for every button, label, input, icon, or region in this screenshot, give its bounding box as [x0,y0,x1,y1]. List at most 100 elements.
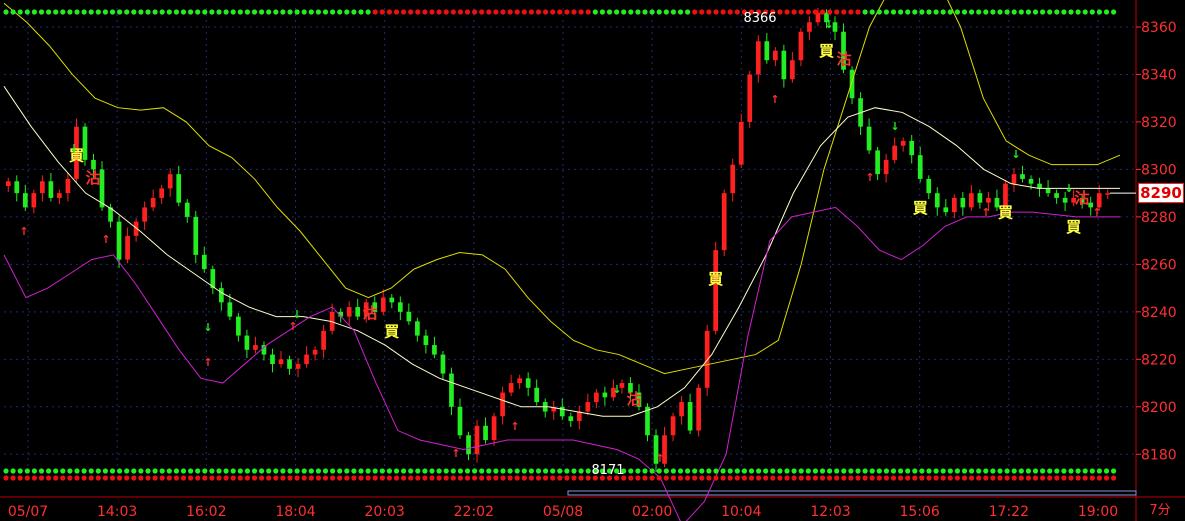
bottom-signal-dot-lower [983,475,989,481]
bottom-signal-dot-lower [450,475,456,481]
bottom-signal-dot-upper [748,468,755,474]
top-signal-dot [124,9,130,15]
candle-body [432,345,437,355]
bottom-signal-dot-lower [152,475,158,481]
bottom-signal-dot-upper [741,468,748,474]
bottom-signal-dot-upper [372,468,378,474]
sell-signal-label: 沽 [362,304,377,322]
top-signal-dot [1040,9,1046,15]
candle-body [423,335,429,346]
bottom-signal-dot-lower [819,475,826,481]
candle-body [934,193,940,208]
bottom-signal-dot-upper [912,468,918,474]
candle-body [960,197,966,208]
top-signal-dot [933,9,939,15]
bottom-signal-dot-lower [46,475,52,481]
bottom-signal-dot-upper [692,468,698,474]
bottom-signal-dot-lower [145,475,151,481]
bottom-signal-dot-lower [1047,475,1053,481]
up-arrow-marker: ↑ [1092,206,1101,219]
candle-body [1105,193,1111,195]
y-tick-label: 8180 [1141,447,1177,463]
bottom-signal-dot-lower [798,475,804,481]
top-signal-dot [677,9,684,15]
top-signal-dot [1047,9,1053,15]
top-signal-dot [24,9,30,15]
top-signal-dot [578,9,584,15]
bottom-signal-dot-lower [734,475,740,481]
top-signal-dot [543,9,549,15]
bottom-signal-dot-lower [244,475,250,481]
bottom-signal-dot-upper [166,468,172,474]
candle-body [193,216,199,255]
candle-body [704,330,710,388]
bottom-signal-dot-upper [344,468,350,474]
top-signal-dot [259,9,265,15]
top-signal-dot [777,9,783,15]
bottom-signal-dot-lower [372,475,378,481]
top-signal-dot [287,9,293,15]
bottom-signal-dot-lower [67,475,73,481]
bottom-signal-dot-lower [486,475,492,481]
bottom-signal-dot-lower [102,475,108,481]
bottom-signal-dot-lower [24,475,30,481]
top-signal-dot [649,9,655,15]
top-signal-dot [614,9,620,15]
top-signal-dot [1111,9,1117,15]
bottom-signal-dot-lower [848,475,854,481]
bottom-signal-dot-lower [1004,475,1010,481]
bottom-signal-dot-lower [990,475,996,481]
bottom-signal-dot-upper [81,468,87,474]
bottom-signal-dot-lower [642,475,648,481]
candle-body [602,392,608,398]
top-signal-dot [166,9,172,15]
candle-body [22,193,28,208]
sell-signal-label: 沽 [1074,189,1089,207]
top-signal-dot [31,9,37,15]
top-signal-dot [1068,9,1074,15]
top-signal-dot [1025,9,1031,15]
top-signal-dot [351,9,357,15]
top-signal-dot [337,9,343,15]
up-arrow-marker: ↑ [19,225,28,238]
bottom-signal-dot-upper [138,468,144,474]
bottom-signal-dot-upper [819,468,826,474]
top-signal-dot [898,9,904,15]
bottom-signal-dot-lower [173,475,179,481]
bottom-signal-dot-upper [408,468,414,474]
y-tick-label: 8240 [1141,305,1177,321]
bottom-signal-dot-upper [670,468,677,474]
bottom-signal-dot-upper [734,468,740,474]
bottom-signal-dot-lower [202,475,208,481]
top-signal-dot [940,9,946,15]
bottom-signal-dot-lower [365,475,371,481]
down-arrow-marker: ↓ [612,383,621,396]
top-signal-dot [74,9,80,15]
up-arrow-marker: ↑ [203,356,212,369]
bottom-signal-dot-lower [756,475,762,481]
candle-body [184,202,190,217]
bottom-signal-dot-upper [805,468,811,474]
top-signal-dot [251,9,258,15]
candle-body [125,235,130,260]
top-signal-dot [379,9,385,15]
bottom-signal-dot-upper [351,468,357,474]
bottom-signal-dot-lower [301,475,307,481]
bottom-signal-dot-lower [330,475,336,481]
bottom-signal-dot-lower [315,475,321,481]
bottom-signal-dot-lower [209,475,215,481]
bottom-signal-dot-lower [322,475,329,481]
bottom-signal-dot-lower [422,475,428,481]
bottom-signal-dot-upper [770,468,776,474]
candle-body [406,311,412,322]
bottom-signal-dot-upper [841,468,847,474]
bottom-signal-dot-upper [969,468,975,474]
candle-body [40,181,45,194]
bottom-signal-dot-upper [798,468,804,474]
bottom-signal-dot-upper [784,468,790,474]
candle-body [849,69,855,99]
candle-body [287,359,292,369]
top-signal-dot [386,9,392,15]
top-signal-dot [415,9,421,15]
top-signal-dot [997,9,1003,15]
